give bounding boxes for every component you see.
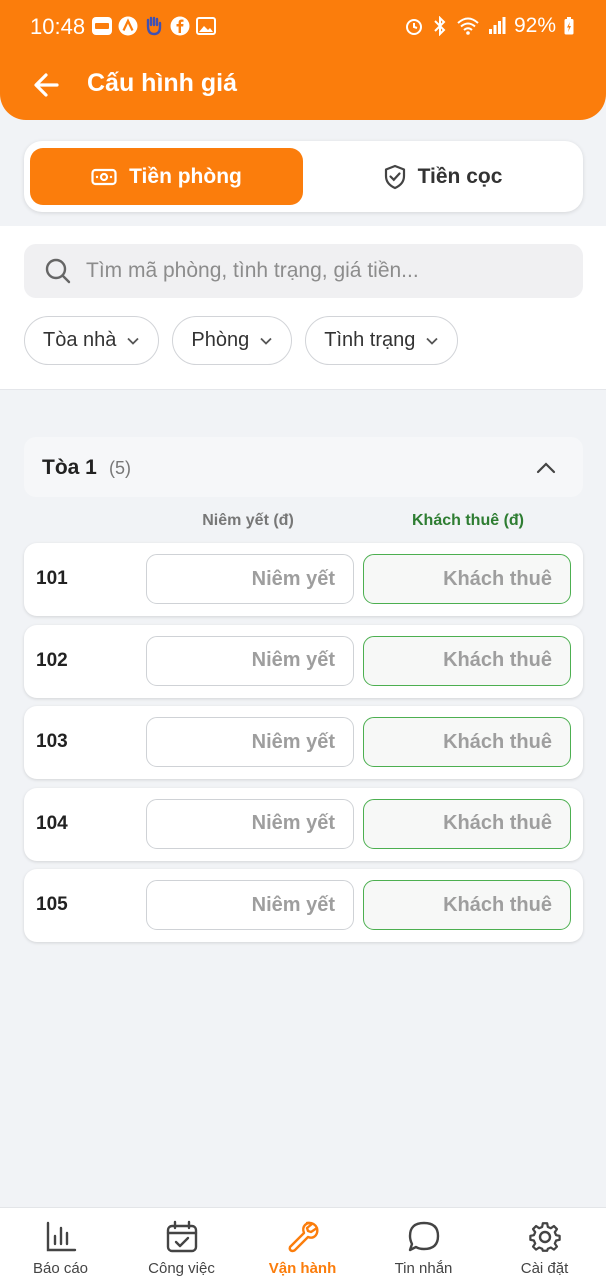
calendar-check-icon (166, 1220, 197, 1253)
battery-percent: 92% (513, 14, 556, 37)
back-button[interactable] (30, 68, 64, 102)
shield-check-icon (384, 164, 405, 189)
page-title: Cấu hình giá (87, 69, 237, 97)
tenant-price-input[interactable] (363, 717, 571, 767)
filter-building[interactable]: Tòa nhà (24, 316, 160, 365)
app-a-icon (118, 16, 138, 36)
notification-icons (92, 16, 216, 36)
room-number: 101 (36, 568, 68, 589)
room-row: 103 (24, 706, 583, 779)
nav-messages-label: Tin nhắn (394, 1260, 453, 1277)
toolbar: Cấu hình giá (0, 56, 606, 112)
room-row: 104 (24, 787, 583, 861)
room-row: 105 (24, 869, 583, 942)
nav-tasks[interactable]: Công việc (121, 1208, 242, 1280)
status-bar: 10:48 92% (0, 0, 606, 56)
wifi-icon (457, 17, 479, 35)
tab-room-rent-label: Tiền phòng (129, 164, 242, 188)
room-number: 104 (36, 812, 68, 834)
room-row: 101 (24, 543, 583, 616)
room-count: (5) (109, 458, 131, 478)
nav-tasks-label: Công việc (148, 1260, 215, 1277)
arrow-left-icon (34, 73, 59, 97)
tenant-price-input[interactable] (363, 880, 571, 930)
chevron-up-icon[interactable] (535, 457, 557, 479)
room-number: 105 (36, 894, 68, 915)
nav-settings-label: Cài đặt (520, 1260, 569, 1277)
filter-room-label: Phòng (191, 329, 250, 351)
signal-icon (488, 17, 506, 34)
chevron-down-icon (127, 337, 140, 345)
nav-reports[interactable]: Báo cáo (0, 1208, 121, 1280)
chat-bubble-icon (408, 1221, 439, 1252)
search-icon (45, 258, 71, 284)
tenant-price-input[interactable] (363, 554, 571, 604)
column-header-listed: Niêm yết (đ) (202, 512, 294, 529)
price-type-tabs: Tiền phòng Tiền cọc (24, 141, 583, 212)
facebook-icon (170, 16, 190, 36)
nav-settings[interactable]: Cài đặt (484, 1208, 605, 1280)
listed-price-input[interactable] (146, 798, 354, 849)
bluetooth-icon (434, 16, 446, 36)
search-placeholder: Tìm mã phòng, tình trạng, giá tiền... (86, 259, 419, 282)
tenant-price-input[interactable] (363, 798, 571, 849)
zalo-icon (92, 16, 112, 36)
app-header: 10:48 92% Cấu hình giá (0, 0, 606, 120)
building-group-header[interactable]: Tòa 1 (5) (24, 437, 583, 497)
listed-price-input[interactable] (146, 717, 354, 767)
nav-messages[interactable]: Tin nhắn (363, 1208, 484, 1280)
filter-status[interactable]: Tình trạng (305, 316, 459, 365)
room-number: 102 (36, 649, 68, 671)
nav-operations-label: Vận hành (268, 1260, 337, 1277)
chevron-down-icon (426, 337, 439, 345)
tab-deposit-label: Tiền cọc (417, 164, 503, 188)
nav-reports-label: Báo cáo (32, 1260, 89, 1277)
column-header-tenant: Khách thuê (đ) (412, 512, 524, 529)
tab-room-rent[interactable]: Tiền phòng (30, 148, 303, 205)
battery-charging-icon (564, 17, 574, 35)
status-time: 10:48 (30, 14, 86, 39)
filter-room[interactable]: Phòng (172, 316, 293, 365)
listed-price-input[interactable] (146, 554, 354, 604)
search-input[interactable]: Tìm mã phòng, tình trạng, giá tiền... (24, 244, 583, 298)
tenant-price-input[interactable] (363, 635, 571, 686)
tab-deposit[interactable]: Tiền cọc (309, 148, 577, 205)
money-icon (91, 168, 117, 185)
building-name: Tòa 1 (42, 456, 97, 479)
filter-section: Tìm mã phòng, tình trạng, giá tiền... Tò… (0, 226, 606, 390)
room-price-list: 101 102 103 104 105 (24, 543, 583, 951)
wrench-icon (288, 1221, 319, 1253)
bar-chart-icon (46, 1221, 76, 1252)
hand-icon (144, 16, 164, 36)
gear-icon (528, 1222, 561, 1252)
alarm-icon (405, 19, 422, 35)
chevron-down-icon (260, 337, 272, 345)
filter-status-label: Tình trạng (324, 329, 416, 351)
bottom-navigation: Báo cáo Công việc Vận hành Tin nhắn Cài … (0, 1207, 606, 1280)
filter-building-label: Tòa nhà (43, 329, 117, 351)
gallery-icon (196, 16, 216, 36)
room-number: 103 (36, 731, 68, 752)
listed-price-input[interactable] (146, 635, 354, 686)
nav-operations[interactable]: Vận hành (242, 1208, 363, 1280)
listed-price-input[interactable] (146, 880, 354, 930)
filter-chips: Tòa nhà Phòng Tình trạng (24, 316, 459, 365)
room-row: 102 (24, 624, 583, 698)
system-indicators: 92% (404, 14, 574, 38)
